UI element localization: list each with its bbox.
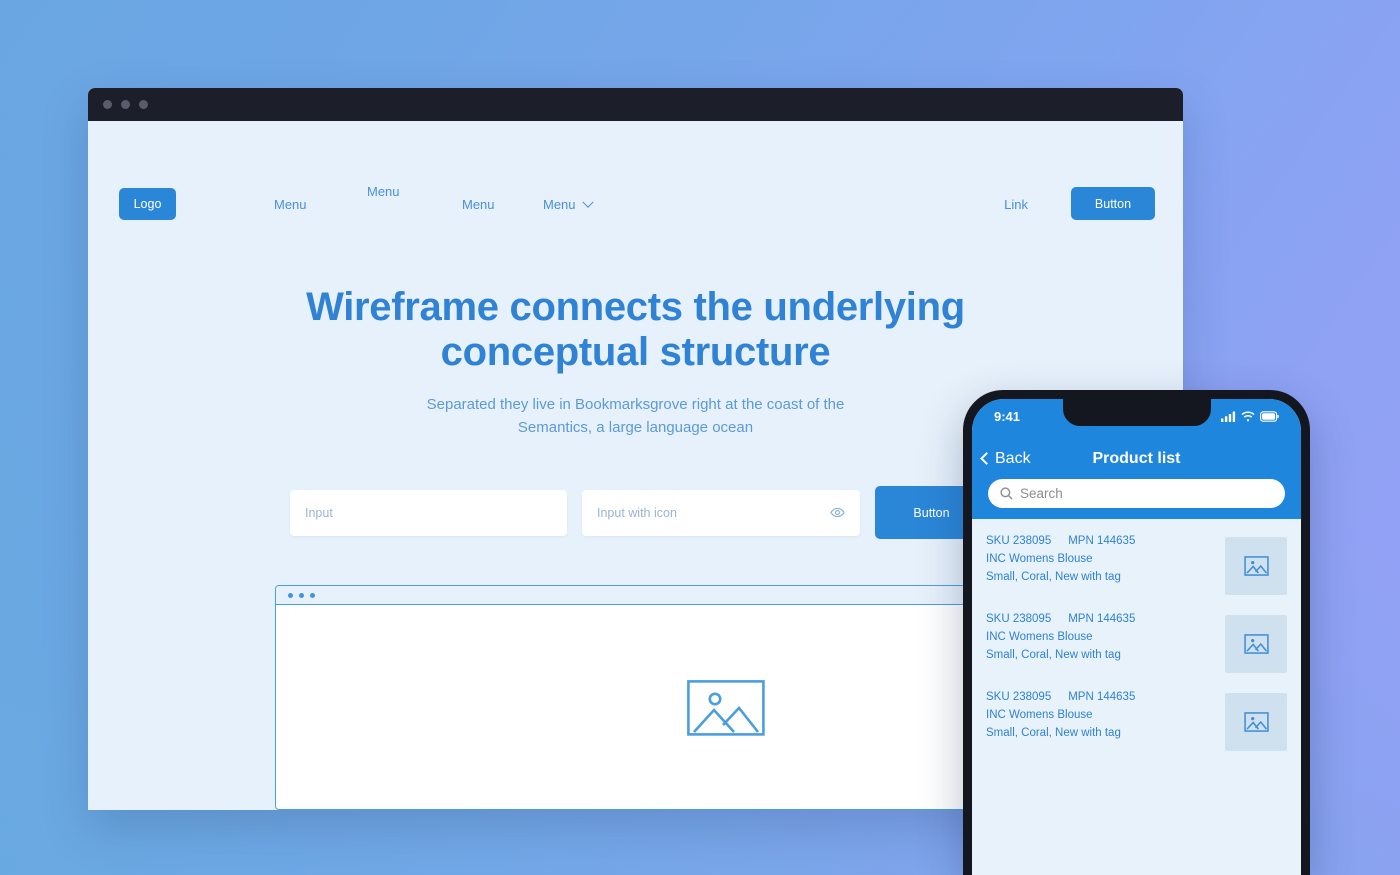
product-mpn: MPN 144635 [1068,535,1136,547]
product-attributes: Small, Coral, New with tag [986,649,1121,661]
window-close-dot[interactable] [103,100,112,109]
embedded-window-minimize-dot[interactable] [299,592,304,598]
nav-menu-item-1[interactable]: Menu [274,197,307,212]
site-navbar: Logo Menu Menu Menu Menu Link Button [88,121,1183,221]
list-item[interactable]: SKU 238095 MPN 144635 INC Womens Blouse S… [972,605,1301,683]
image-placeholder-icon [1243,712,1269,732]
product-mpn: MPN 144635 [1068,691,1136,703]
eye-icon[interactable] [830,505,845,520]
product-codes: SKU 238095 MPN 144635 [986,691,1152,703]
product-thumbnail[interactable] [1225,693,1287,751]
window-maximize-dot[interactable] [139,100,148,109]
product-sku: SKU 238095 [986,613,1052,625]
phone-search-area: Search [972,479,1301,519]
list-item[interactable]: SKU 238095 MPN 144635 INC Womens Blouse S… [972,683,1301,761]
product-list: SKU 238095 MPN 144635 INC Womens Blouse S… [972,519,1301,761]
product-codes: SKU 238095 MPN 144635 [986,535,1152,547]
product-sku: SKU 238095 [986,535,1052,547]
back-button[interactable]: Back [980,449,1031,468]
status-time: 9:41 [994,409,1021,424]
hero-heading-line-1: Wireframe connects the underlying [306,285,965,329]
embedded-window-maximize-dot[interactable] [310,592,315,598]
product-info: SKU 238095 MPN 144635 INC Womens Blouse S… [986,613,1152,661]
nav-cta-button[interactable]: Button [1071,187,1155,220]
browser-titlebar [88,88,1183,121]
search-input-placeholder: Search [1020,486,1063,501]
product-name: INC Womens Blouse [986,709,1093,721]
product-name: INC Womens Blouse [986,631,1093,643]
list-item[interactable]: SKU 238095 MPN 144635 INC Womens Blouse S… [972,527,1301,605]
product-name: INC Womens Blouse [986,553,1093,565]
battery-icon [1260,411,1279,422]
embedded-window-close-dot[interactable] [288,592,293,598]
search-input[interactable]: Search [988,479,1285,508]
hero-heading-line-2: conceptual structure [440,330,831,375]
chevron-left-icon [980,452,993,465]
product-thumbnail[interactable] [1225,615,1287,673]
image-placeholder-icon [686,680,765,736]
text-input[interactable]: Input [290,489,567,536]
text-input-with-icon-placeholder: Input with icon [597,505,677,520]
chevron-down-icon [581,196,594,208]
product-info: SKU 238095 MPN 144635 INC Womens Blouse S… [986,535,1152,583]
hero-subtitle-line-1: Separated they live in Bookmarksgrove ri… [426,396,845,414]
text-input-with-icon[interactable]: Input with icon [582,489,860,536]
wifi-icon [1241,411,1255,422]
nav-menu-item-4[interactable]: Menu [543,196,594,212]
back-button-label: Back [995,449,1031,467]
status-icons [1221,411,1279,422]
image-placeholder-icon [1243,556,1269,576]
search-icon [1000,487,1013,500]
product-mpn: MPN 144635 [1068,613,1136,625]
nav-link[interactable]: Link [1004,197,1028,212]
page-title: Wireframe connects the underlying concep… [88,285,1183,375]
image-placeholder-icon [1243,634,1269,654]
text-input-placeholder: Input [305,505,333,520]
product-attributes: Small, Coral, New with tag [986,727,1121,739]
mobile-screen: 9:41 Back Product list Search SKU 238095… [972,399,1301,875]
nav-menu-item-2[interactable]: Menu [367,184,400,199]
hero-subtitle-line-2: Semantics, a large language ocean [517,418,754,436]
product-attributes: Small, Coral, New with tag [986,571,1121,583]
signal-icon [1221,411,1236,422]
phone-nav-header: Back Product list [972,438,1301,479]
product-sku: SKU 238095 [986,691,1052,703]
product-info: SKU 238095 MPN 144635 INC Womens Blouse S… [986,691,1152,739]
nav-menu-item-3[interactable]: Menu [462,197,495,212]
product-thumbnail[interactable] [1225,537,1287,595]
nav-menu-item-4-label: Menu [543,197,576,212]
mobile-device-mockup: 9:41 Back Product list Search SKU 238095… [963,390,1310,875]
window-minimize-dot[interactable] [121,100,130,109]
product-codes: SKU 238095 MPN 144635 [986,613,1152,625]
logo-button[interactable]: Logo [119,188,176,220]
phone-notch [1062,399,1211,426]
